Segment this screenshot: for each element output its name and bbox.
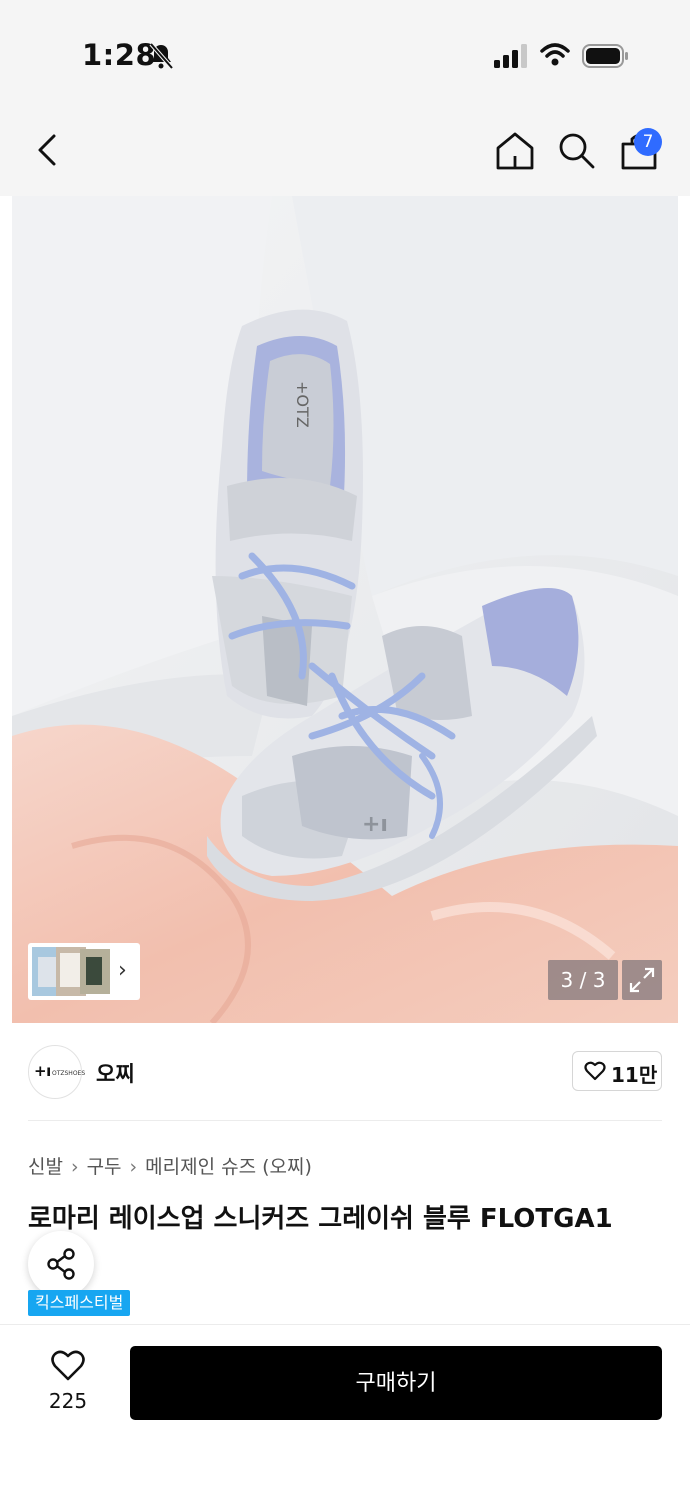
expand-button[interactable] (622, 960, 662, 1000)
image-page-counter: 3 / 3 (548, 960, 618, 1000)
bell-off-icon (149, 42, 174, 70)
breadcrumb-item[interactable]: 신발 (28, 1156, 63, 1178)
thumbnail-images[interactable] (32, 947, 114, 996)
breadcrumb-separator-icon: › (70, 1156, 79, 1178)
back-arrow-icon[interactable] (28, 130, 68, 170)
share-icon (47, 1248, 75, 1280)
product-title: 로마리 레이스업 스니커즈 그레이쉬 블루 FLOTGA1 (28, 1204, 613, 1234)
brand-name[interactable]: 오찌 (96, 1058, 135, 1088)
cellular-signal-icon (494, 44, 527, 68)
status-time: 1:28 (82, 38, 157, 72)
chevron-right-icon[interactable]: › (118, 958, 127, 983)
search-icon[interactable] (556, 130, 596, 170)
wishlist-count: 225 (48, 1389, 88, 1413)
buy-button[interactable]: 구매하기 (130, 1346, 662, 1420)
svg-text:+ı: +ı (362, 812, 388, 837)
svg-text:+OTZ: +OTZ (293, 381, 312, 428)
product-photo: +OTZ +ı (12, 196, 678, 1023)
battery-icon (582, 44, 628, 68)
wishlist-heart-icon[interactable] (50, 1348, 86, 1384)
expand-icon (629, 967, 655, 993)
brand-logo-subtext: OTZSHOES (52, 1070, 86, 1077)
brand-logo-mark: +ı (34, 1062, 51, 1080)
festival-tag[interactable]: 킥스페스티벌 (28, 1290, 131, 1316)
heart-icon (584, 1061, 606, 1081)
home-icon[interactable] (494, 130, 536, 172)
divider (28, 1120, 662, 1121)
product-image[interactable]: +OTZ +ı (12, 196, 678, 1023)
brand-like-count: 11만 (611, 1063, 658, 1087)
breadcrumb-item[interactable]: 구두 (87, 1156, 122, 1178)
breadcrumb: 신발 › 구두 › 메리제인 슈즈 (오찌) (28, 1152, 312, 1179)
cart-count-badge: 7 (634, 128, 662, 156)
breadcrumb-separator-icon: › (129, 1156, 138, 1178)
breadcrumb-item[interactable]: 메리제인 슈즈 (오찌) (145, 1156, 312, 1178)
wifi-icon (540, 43, 570, 66)
